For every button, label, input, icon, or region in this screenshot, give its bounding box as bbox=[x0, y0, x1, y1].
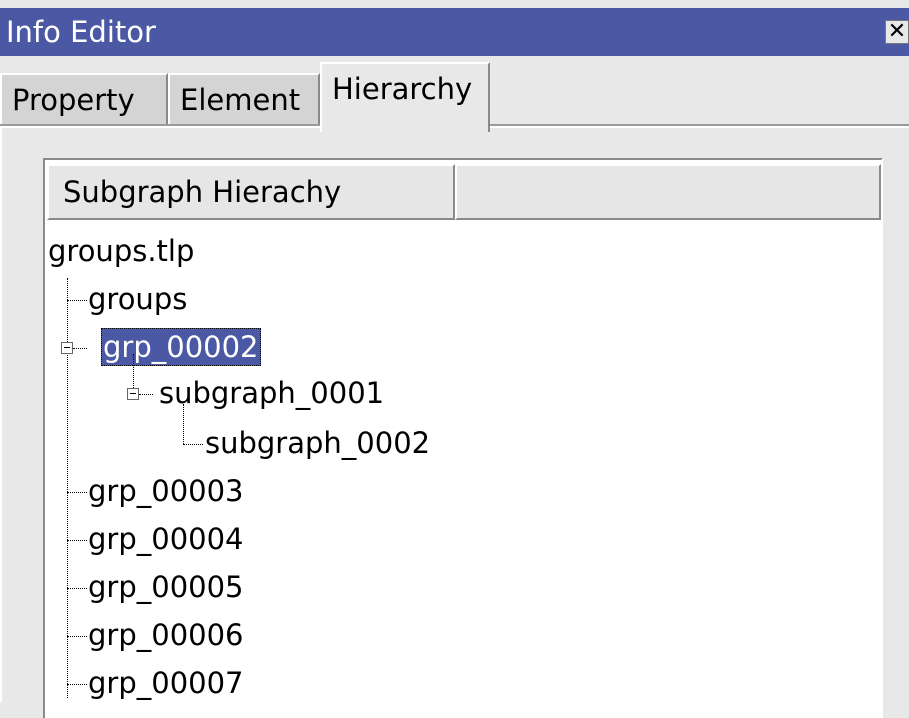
tab-element[interactable]: Element bbox=[168, 73, 320, 126]
tree-connector bbox=[67, 684, 87, 685]
tree-node-subgraph-0002[interactable]: subgraph_0002 bbox=[205, 424, 430, 462]
tree-body: groups.tlp groups grp_00002 subgraph_000… bbox=[45, 220, 881, 718]
tree-connector bbox=[67, 636, 87, 637]
tree-node-grp-00005[interactable]: grp_00005 bbox=[88, 568, 244, 606]
tree-node-label: grp_00003 bbox=[88, 474, 244, 508]
tree-root-label: groups.tlp bbox=[48, 234, 195, 268]
tab-property-label: Property bbox=[12, 83, 135, 117]
tab-bar: Property Element Hierarchy bbox=[0, 56, 909, 132]
tree-connector bbox=[73, 348, 87, 349]
tab-element-label: Element bbox=[180, 83, 301, 117]
tab-property[interactable]: Property bbox=[0, 73, 168, 126]
column-header-empty[interactable] bbox=[455, 164, 881, 220]
panel-border bbox=[0, 126, 2, 702]
title-bar[interactable]: Info Editor ✕ bbox=[0, 8, 909, 56]
column-header-subgraph-hierarchy[interactable]: Subgraph Hierachy bbox=[47, 164, 455, 220]
tree-node-label: grp_00002 bbox=[103, 330, 259, 364]
tree-node-grp-00003[interactable]: grp_00003 bbox=[88, 472, 244, 510]
tree-node-label: grp_00005 bbox=[88, 570, 244, 604]
tree-root[interactable]: groups.tlp bbox=[48, 232, 194, 270]
tree-node-label: subgraph_0002 bbox=[205, 426, 431, 460]
subgraph-tree-view[interactable]: Subgraph Hierachy groups.tlp groups grp_… bbox=[43, 158, 883, 718]
tree-connector bbox=[183, 444, 203, 445]
tree-node-label: groups bbox=[88, 282, 188, 316]
tree-connector bbox=[67, 278, 68, 698]
tree-node-subgraph-0001[interactable]: subgraph_0001 bbox=[159, 374, 384, 412]
tree-node-grp-00002[interactable]: grp_00002 bbox=[101, 328, 261, 366]
info-editor-window: Info Editor ✕ Property Element Hierarchy… bbox=[0, 0, 909, 718]
tree-connector bbox=[183, 404, 184, 444]
tab-hierarchy[interactable]: Hierarchy bbox=[320, 62, 490, 132]
tree-connector bbox=[67, 300, 87, 301]
tree-connector bbox=[133, 354, 134, 390]
tree-node-label: grp_00006 bbox=[88, 618, 244, 652]
tree-node-label: grp_00007 bbox=[88, 666, 244, 700]
tree-node-grp-00004[interactable]: grp_00004 bbox=[88, 520, 244, 558]
tree-connector bbox=[67, 588, 87, 589]
tree-connector bbox=[67, 540, 87, 541]
tree-node-grp-00007[interactable]: grp_00007 bbox=[88, 664, 244, 702]
collapse-icon[interactable] bbox=[127, 388, 139, 400]
collapse-icon[interactable] bbox=[61, 342, 73, 354]
close-icon[interactable]: ✕ bbox=[885, 20, 909, 44]
tab-hierarchy-label: Hierarchy bbox=[332, 72, 473, 106]
column-header-label: Subgraph Hierachy bbox=[63, 175, 342, 209]
window-title: Info Editor bbox=[6, 15, 156, 49]
tree-node-groups[interactable]: groups bbox=[88, 280, 187, 318]
tree-node-label: subgraph_0001 bbox=[159, 376, 385, 410]
tree-connector bbox=[139, 394, 153, 395]
tree-node-grp-00006[interactable]: grp_00006 bbox=[88, 616, 244, 654]
tree-connector bbox=[67, 492, 87, 493]
tree-node-label: grp_00004 bbox=[88, 522, 244, 556]
